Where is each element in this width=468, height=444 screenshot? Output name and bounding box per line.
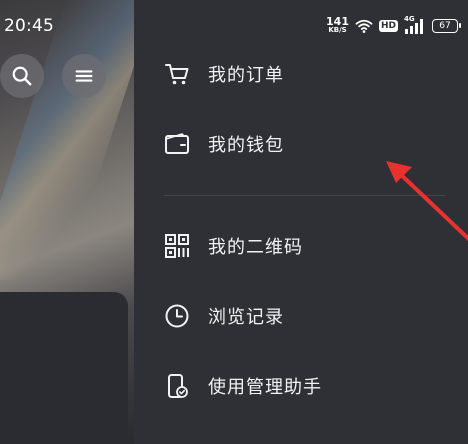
background-card: [0, 292, 128, 444]
search-icon: [12, 66, 32, 86]
menu-item-usage-assistant[interactable]: 使用管理助手: [134, 358, 468, 414]
network-speed-unit: KB/S: [328, 26, 347, 34]
menu-item-history[interactable]: 浏览记录: [134, 288, 468, 344]
cellular-signal: 4G: [404, 15, 426, 34]
menu-item-label: 我的钱包: [208, 135, 284, 156]
battery-level: 67: [439, 21, 451, 31]
screen: 20:45 141 KB/S HD 4G 67 我的订单 我的钱包 我的二维码 …: [0, 0, 468, 444]
menu-item-label: 使用管理助手: [208, 377, 322, 398]
network-speed: 141 KB/S: [326, 15, 349, 35]
shopping-cart-icon: [164, 61, 190, 87]
menu-item-orders[interactable]: 我的订单: [134, 46, 468, 102]
menu-button[interactable]: [62, 54, 106, 98]
annotation-arrow-icon: [386, 161, 468, 241]
network-speed-value: 141: [326, 15, 349, 28]
search-button[interactable]: [0, 54, 44, 98]
clock-icon: [164, 303, 190, 329]
phone-check-icon: [164, 373, 190, 399]
signal-bars-icon: [405, 19, 423, 34]
menu-item-label: 浏览记录: [208, 307, 284, 328]
status-time: 20:45: [4, 16, 54, 36]
wifi-icon: [355, 19, 373, 33]
menu-item-label: 我的订单: [208, 65, 284, 86]
side-drawer: 141 KB/S HD 4G 67 我的订单 我的钱包 我的二维码 浏览记录 使…: [134, 0, 468, 444]
status-bar: 141 KB/S HD 4G 67: [326, 14, 461, 38]
battery-icon: 67: [432, 19, 461, 33]
wallet-icon: [164, 131, 190, 157]
hd-badge: HD: [378, 20, 398, 32]
background-photo: [0, 0, 156, 280]
menu-icon: [75, 70, 93, 82]
qr-code-icon: [164, 233, 190, 259]
menu-item-label: 我的二维码: [208, 237, 303, 258]
background-page[interactable]: 20:45: [0, 0, 156, 444]
